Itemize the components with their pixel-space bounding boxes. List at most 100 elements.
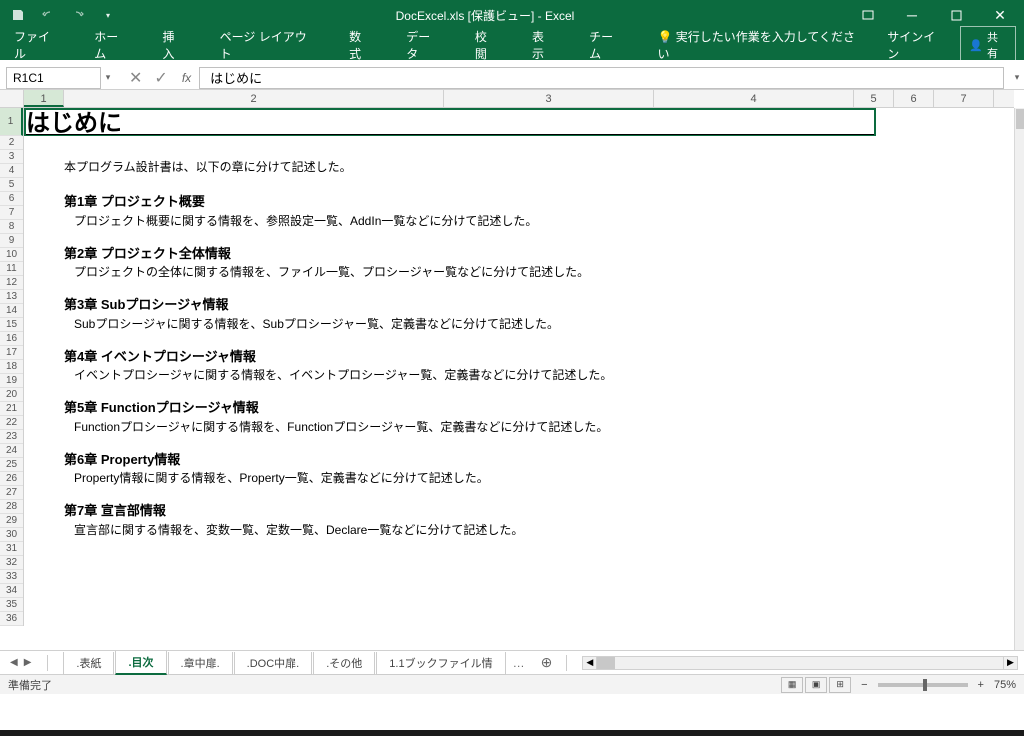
row-header[interactable]: 10: [0, 248, 23, 262]
col-header[interactable]: 4: [654, 90, 854, 107]
row-header[interactable]: 17: [0, 346, 23, 360]
horizontal-scrollbar[interactable]: ◀ ▶: [582, 656, 1018, 670]
col-header[interactable]: 5: [854, 90, 894, 107]
vertical-scrollbar[interactable]: [1014, 108, 1024, 650]
row-header[interactable]: 19: [0, 374, 23, 388]
vscroll-thumb[interactable]: [1016, 109, 1024, 129]
sheet-tab[interactable]: .目次: [115, 651, 166, 675]
row-header[interactable]: 25: [0, 458, 23, 472]
tab-next-icon[interactable]: ▶: [24, 657, 32, 668]
row-header[interactable]: 20: [0, 388, 23, 402]
zoom-level[interactable]: 75%: [994, 679, 1016, 691]
formula-input[interactable]: はじめに: [199, 67, 1004, 89]
row-header[interactable]: 18: [0, 360, 23, 374]
tab-prev-icon[interactable]: ◀: [10, 657, 18, 668]
zoom-slider[interactable]: [878, 683, 968, 687]
row-header[interactable]: 22: [0, 416, 23, 430]
col-header[interactable]: 1: [24, 90, 64, 107]
row-header[interactable]: 29: [0, 514, 23, 528]
signin-link[interactable]: サインイン: [887, 28, 944, 62]
formula-value: はじめに: [210, 68, 262, 87]
redo-icon[interactable]: [64, 3, 92, 27]
chapter: 第1章 プロジェクト概要プロジェクト概要に関する情報を、参照設定一覧、AddIn…: [64, 192, 612, 230]
tab-data[interactable]: データ: [400, 24, 447, 66]
undo-icon[interactable]: [34, 3, 62, 27]
tab-review[interactable]: 校閲: [469, 24, 504, 66]
qat-customize-icon[interactable]: ▾: [94, 3, 122, 27]
row-header[interactable]: 11: [0, 262, 23, 276]
tab-team[interactable]: チーム: [583, 24, 629, 66]
col-header[interactable]: 6: [894, 90, 934, 107]
hscroll-right-icon[interactable]: ▶: [1003, 657, 1017, 669]
row-header[interactable]: 9: [0, 234, 23, 248]
row-header[interactable]: 32: [0, 556, 23, 570]
view-normal-icon[interactable]: ▦: [781, 677, 803, 693]
row-header[interactable]: 34: [0, 584, 23, 598]
hscroll-left-icon[interactable]: ◀: [583, 657, 597, 669]
row-header[interactable]: 6: [0, 192, 23, 206]
cancel-icon[interactable]: ✕: [129, 68, 142, 88]
row-header[interactable]: 36: [0, 612, 23, 626]
row-header[interactable]: 24: [0, 444, 23, 458]
row-header[interactable]: 2: [0, 136, 23, 150]
maximize-button[interactable]: [936, 3, 976, 27]
tab-home[interactable]: ホーム: [88, 24, 134, 66]
row-header[interactable]: 8: [0, 220, 23, 234]
fx-icon[interactable]: fx: [182, 71, 191, 85]
row-header[interactable]: 21: [0, 402, 23, 416]
enter-icon[interactable]: ✓: [154, 68, 167, 88]
cell-grid[interactable]: はじめに 本プログラム設計書は、以下の章に分けて記述した。 第1章 プロジェクト…: [24, 108, 1014, 650]
row-header[interactable]: 28: [0, 500, 23, 514]
chapter: 第3章 Subプロシージャ情報Subプロシージャに関する情報を、Subプロシージ…: [64, 295, 612, 333]
view-pagelayout-icon[interactable]: ▣: [805, 677, 827, 693]
sheet-tab[interactable]: 1.1ブックファイル情: [376, 652, 505, 675]
row-header[interactable]: 3: [0, 150, 23, 164]
tab-formulas[interactable]: 数式: [343, 24, 378, 66]
col-header[interactable]: 7: [934, 90, 994, 107]
col-header[interactable]: 2: [64, 90, 444, 107]
row-header[interactable]: 15: [0, 318, 23, 332]
row-header[interactable]: 26: [0, 472, 23, 486]
worksheet-area: 1 2 3 4 5 6 7 12345678910111213141516171…: [0, 90, 1024, 650]
zoom-thumb[interactable]: [923, 679, 927, 691]
sheet-tab[interactable]: .表紙: [63, 652, 114, 675]
cell-title[interactable]: はじめに: [24, 108, 876, 136]
row-header[interactable]: 27: [0, 486, 23, 500]
share-button[interactable]: 👤共有: [960, 26, 1016, 64]
row-header[interactable]: 16: [0, 332, 23, 346]
row-header[interactable]: 7: [0, 206, 23, 220]
row-header[interactable]: 23: [0, 430, 23, 444]
select-all-corner[interactable]: [0, 90, 24, 107]
sheet-tab[interactable]: .DOC中扉.: [234, 652, 313, 675]
hscroll-thumb[interactable]: [597, 657, 615, 669]
zoom-in-icon[interactable]: +: [978, 679, 984, 691]
tab-insert[interactable]: 挿入: [157, 24, 192, 66]
tab-file[interactable]: ファイル: [8, 24, 66, 66]
zoom-out-icon[interactable]: −: [861, 679, 867, 691]
row-header[interactable]: 5: [0, 178, 23, 192]
name-box[interactable]: R1C1: [6, 67, 101, 89]
tab-add-icon[interactable]: ⊕: [531, 654, 563, 671]
row-header[interactable]: 35: [0, 598, 23, 612]
sheet-tab[interactable]: .その他: [313, 652, 375, 675]
tellme[interactable]: 💡 実行したい作業を入力してください: [651, 24, 865, 66]
minimize-button[interactable]: ─: [892, 3, 932, 27]
row-header[interactable]: 4: [0, 164, 23, 178]
tab-pagelayout[interactable]: ページ レイアウト: [214, 24, 321, 66]
save-icon[interactable]: [4, 3, 32, 27]
row-header[interactable]: 30: [0, 528, 23, 542]
row-header[interactable]: 1: [0, 108, 23, 136]
row-header[interactable]: 12: [0, 276, 23, 290]
row-header[interactable]: 13: [0, 290, 23, 304]
namebox-dropdown-icon[interactable]: ▾: [101, 72, 115, 83]
tab-view[interactable]: 表示: [526, 24, 561, 66]
row-header[interactable]: 14: [0, 304, 23, 318]
close-button[interactable]: ✕: [980, 3, 1020, 27]
formula-expand-icon[interactable]: ▾: [1010, 72, 1024, 83]
sheet-tab[interactable]: .章中扉.: [168, 652, 233, 675]
view-pagebreak-icon[interactable]: ⊞: [829, 677, 851, 693]
tab-more-icon[interactable]: …: [507, 656, 531, 670]
col-header[interactable]: 3: [444, 90, 654, 107]
row-header[interactable]: 33: [0, 570, 23, 584]
row-header[interactable]: 31: [0, 542, 23, 556]
